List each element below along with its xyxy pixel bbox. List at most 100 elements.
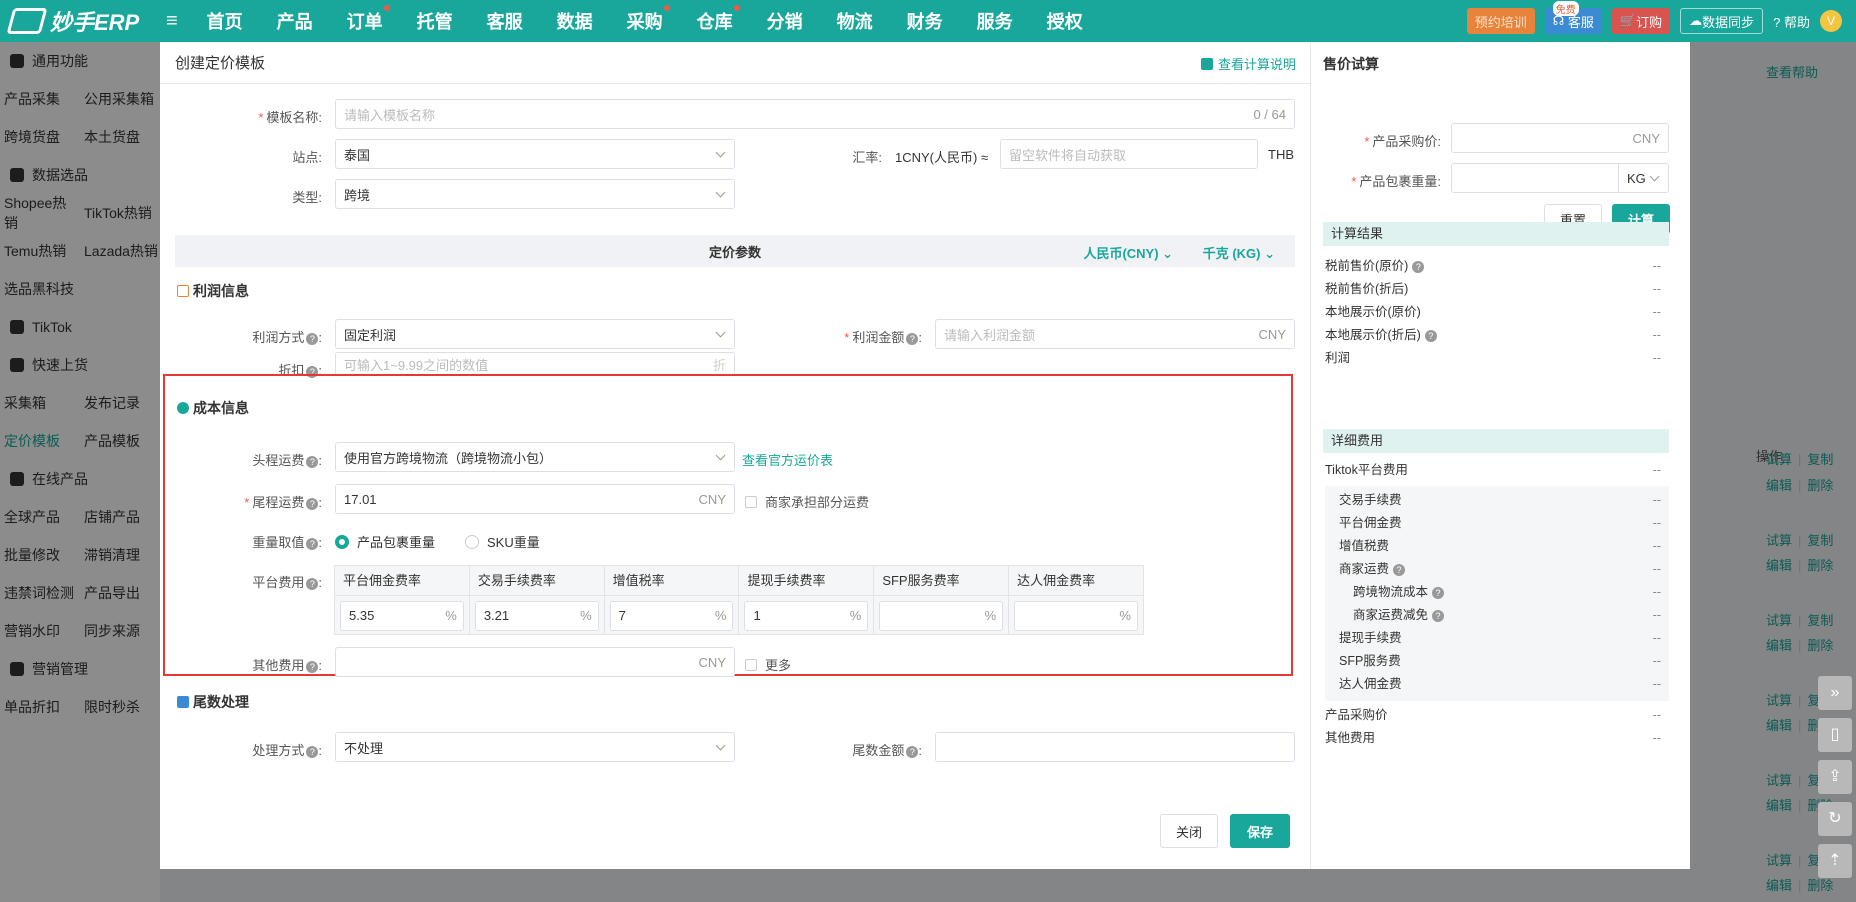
detail-row: 商家运费? -- — [1339, 562, 1661, 576]
type-label: 类型: — [292, 190, 322, 205]
detail-row: SFP服务费 -- — [1339, 654, 1661, 668]
purchase-price-input[interactable]: CNY — [1451, 123, 1669, 153]
close-button[interactable]: 关闭 — [1160, 814, 1218, 848]
book-icon — [1200, 57, 1213, 70]
site-select[interactable]: 泰国 — [335, 139, 735, 169]
order-button[interactable]: 🛒 订购 — [1611, 8, 1671, 34]
nav-item[interactable]: 产品 — [277, 8, 313, 34]
question-icon: ? — [906, 333, 919, 345]
profit-method-select[interactable]: 固定利润 — [335, 319, 735, 349]
nav-item[interactable]: 客服 — [487, 8, 523, 34]
main-nav: 首页 产品 订单 托管 客服 数据 采购 仓库 分销 物流 财务 服务 授权 — [190, 5, 1100, 34]
last-freight-input[interactable]: 17.01 CNY — [335, 484, 735, 514]
result-row: 本地展示价(折后)? -- — [1325, 328, 1661, 342]
question-icon: ? — [306, 578, 319, 590]
cost-icon — [177, 402, 189, 414]
unit-select[interactable]: 千克 (KG) ⌄ — [1203, 246, 1275, 261]
nav-item[interactable]: 授权 — [1047, 8, 1083, 34]
calc-title: 售价试算 — [1323, 56, 1379, 72]
package-weight-input[interactable] — [1451, 163, 1619, 193]
chevron-down-icon — [715, 147, 726, 158]
profit-amount-input[interactable]: 请输入利润金额 CNY — [935, 319, 1295, 349]
currency-unit-selectors: 人民币(CNY) ⌄ 千克 (KG) ⌄ — [1083, 243, 1275, 262]
chevron-down-icon — [715, 450, 726, 461]
weight-unit-select[interactable]: KG — [1618, 163, 1669, 193]
sync-button[interactable]: ☁ 数据同步 — [1680, 8, 1764, 34]
nav-item[interactable]: 订单 — [347, 5, 390, 34]
rate-label: 汇率: — [852, 150, 882, 165]
weight-option-sku[interactable]: SKU重量 — [465, 532, 540, 551]
more-checkbox[interactable]: 更多 — [745, 655, 791, 674]
tail-amount-input[interactable] — [935, 732, 1295, 762]
app-logo[interactable]: 妙手ERP — [0, 5, 160, 37]
save-button[interactable]: 保存 — [1230, 814, 1290, 848]
other-fee-input[interactable]: CNY — [335, 647, 735, 677]
profit-method-label: 利润方式?: — [252, 330, 322, 345]
fee-rate-input[interactable]: 5.35% — [340, 601, 464, 631]
training-button[interactable]: 预约培训 — [1466, 8, 1535, 34]
discount-input[interactable]: 可输入1~9.99之间的数值折 — [335, 352, 735, 376]
fee-rate-input[interactable]: 7% — [609, 601, 734, 631]
package-weight-label: * 产品包裹重量: — [1351, 174, 1441, 189]
fee-rate-input[interactable]: 1% — [744, 601, 869, 631]
calc-explain-link[interactable]: 查看计算说明 — [1200, 54, 1296, 73]
question-icon: ? — [1432, 587, 1445, 599]
free-badge: 免费 — [1552, 0, 1579, 16]
first-freight-select[interactable]: 使用官方跨境物流（跨境物流小包） — [335, 442, 735, 472]
refresh-icon[interactable]: ↻ — [1818, 802, 1852, 836]
fee-column-header: 增值税率 — [604, 566, 739, 596]
result-row: 利润 -- — [1325, 351, 1661, 365]
result-row: 税前售价(折后) -- — [1325, 282, 1661, 296]
platform-fee-column: 平台佣金费率 5.35% — [335, 566, 470, 634]
nav-item[interactable]: 物流 — [837, 8, 873, 34]
freight-rate-table-link[interactable]: 查看官方运价表 — [742, 450, 833, 469]
nav-item[interactable]: 财务 — [907, 8, 943, 34]
fee-column-header: 交易手续费率 — [469, 566, 604, 596]
avatar[interactable]: V — [1820, 10, 1842, 32]
merchant-freight-checkbox[interactable]: 商家承担部分运费 — [745, 492, 869, 511]
help-icon: ? — [1773, 14, 1784, 30]
detail-title: 详细费用 — [1323, 429, 1669, 453]
rate-input[interactable]: 留空软件将自动获取 — [1000, 139, 1258, 169]
purchase-price-label: * 产品采购价: — [1364, 134, 1441, 149]
result-row: 税前售价(原价)? -- — [1325, 259, 1661, 273]
currency-select[interactable]: 人民币(CNY) ⌄ — [1083, 246, 1173, 261]
menu-icon[interactable]: ≡ — [166, 10, 178, 33]
export-icon[interactable]: ⇪ — [1818, 760, 1852, 794]
nav-item[interactable]: 托管 — [417, 8, 453, 34]
nav-item[interactable]: 仓库 — [697, 5, 740, 34]
detail-row: 平台佣金费 -- — [1339, 516, 1661, 530]
help-link[interactable]: ? 帮助 — [1773, 12, 1810, 31]
last-freight-label: * 尾程运费?: — [244, 495, 322, 510]
nav-item[interactable]: 服务 — [977, 8, 1013, 34]
fee-rate-input[interactable]: % — [1014, 601, 1138, 631]
detail-row: 商家运费减免? -- — [1353, 608, 1661, 622]
other-fee-row: 其他费用 -- — [1325, 731, 1661, 745]
tail-method-select[interactable]: 不处理 — [335, 732, 735, 762]
question-icon: ? — [1412, 261, 1425, 273]
weight-option-package[interactable]: 产品包裹重量 — [335, 532, 435, 551]
collapse-icon[interactable]: » — [1818, 676, 1852, 710]
fee-rate-input[interactable]: 3.21% — [474, 601, 599, 631]
fee-rate-input[interactable]: % — [879, 601, 1004, 631]
tiktok-platform-fee-row: Tiktok平台费用 -- — [1325, 463, 1661, 477]
profit-section-title: 利润信息 — [177, 281, 249, 301]
nav-item[interactable]: 采购 — [627, 5, 670, 34]
nav-item[interactable]: 数据 — [557, 8, 593, 34]
mobile-icon[interactable]: ▯ — [1818, 718, 1852, 752]
detail-row: 交易手续费 -- — [1339, 493, 1661, 507]
nav-item[interactable]: 首页 — [207, 8, 243, 34]
type-select[interactable]: 跨境 — [335, 179, 735, 209]
cost-section-title: 成本信息 — [177, 398, 249, 418]
rate-prefix: 1CNY(人民币) ≈ — [895, 150, 989, 165]
notification-dot — [733, 5, 740, 11]
nav-item[interactable]: 分销 — [767, 8, 803, 34]
detail-row: 增值税费 -- — [1339, 539, 1661, 553]
back-to-top-icon[interactable]: ⇡ — [1818, 844, 1852, 878]
platform-fee-label: 平台费用?: — [252, 575, 322, 590]
question-icon: ? — [306, 661, 319, 673]
template-name-input[interactable]: 请输入模板名称 0 / 64 — [335, 99, 1295, 129]
pricing-template-modal: 创建定价模板 查看计算说明 * 模板名称: 请输入模板名称 0 / 64 站点: 泰… — [160, 42, 1690, 869]
other-fee-label: 其他费用?: — [252, 658, 322, 673]
notification-dot — [663, 5, 670, 11]
